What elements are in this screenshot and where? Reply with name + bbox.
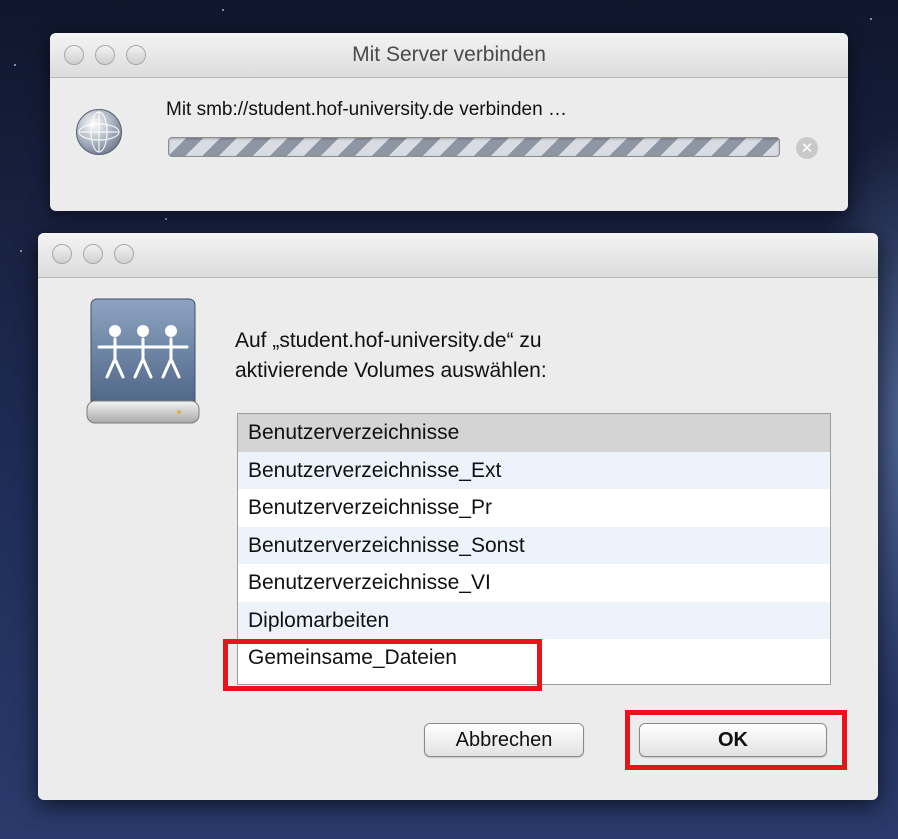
connect-to-server-window: Mit Server verbinden Mit smb://student.h… (50, 33, 848, 211)
minimize-dialog-button[interactable] (83, 244, 103, 264)
volume-list-item[interactable]: Benutzerverzeichnisse_Pr (238, 489, 830, 527)
globe-network-icon (76, 109, 122, 155)
volume-list-item[interactable]: Diplomarbeiten (238, 601, 830, 639)
window-titlebar[interactable]: Mit Server verbinden (50, 33, 848, 78)
connection-status-text: Mit smb://student.hof-university.de verb… (166, 99, 567, 120)
volume-list-item[interactable]: Benutzerverzeichnisse (238, 414, 830, 452)
cancel-button[interactable]: Abbrechen (424, 723, 584, 757)
stop-icon[interactable]: ✕ (796, 137, 818, 159)
dialog-titlebar[interactable] (38, 233, 878, 278)
select-volumes-dialog: Auf „student.hof-university.de“ zu aktiv… (38, 233, 878, 800)
connection-progress-bar (168, 137, 780, 157)
highlight-box-ok (625, 710, 847, 770)
highlight-box-gemeinsame-dateien (223, 639, 542, 691)
prompt-line-1: Auf „student.hof-university.de“ zu (235, 329, 542, 352)
dialog-prompt: Auf „student.hof-university.de“ zu aktiv… (235, 326, 695, 386)
volume-list-item[interactable]: Benutzerverzeichnisse_Sonst (238, 526, 830, 564)
zoom-dialog-button[interactable] (114, 244, 134, 264)
prompt-line-2: aktivierende Volumes auswählen: (235, 359, 547, 382)
dialog-window-controls (52, 244, 134, 264)
close-dialog-button[interactable] (52, 244, 72, 264)
volume-list-item[interactable]: Benutzerverzeichnisse_VI (238, 564, 830, 602)
shared-drive-icon (85, 297, 201, 427)
window-title: Mit Server verbinden (352, 43, 546, 66)
volume-list-item[interactable]: Benutzerverzeichnisse_Ext (238, 451, 830, 489)
